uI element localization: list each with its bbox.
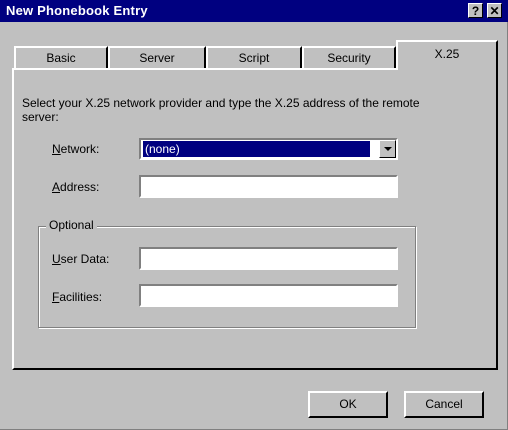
cancel-button[interactable]: Cancel [404,391,484,418]
tab-strip: Basic Server Script Security X.25 [12,38,498,70]
x25-description: Select your X.25 network provider and ty… [22,96,420,124]
close-button[interactable]: ✕ [487,3,502,18]
tab-basic[interactable]: Basic [14,46,108,68]
address-label: Address: [52,180,100,194]
network-dropdown[interactable]: (none) [139,138,398,160]
chevron-down-icon[interactable] [379,140,396,158]
tab-x25[interactable]: X.25 [396,40,498,70]
network-selected-value: (none) [143,141,370,157]
user-data-label: User Data: [52,252,110,266]
dialog-window: New Phonebook Entry ? ✕ Basic Server Scr… [0,0,508,430]
user-data-field[interactable] [139,247,398,270]
network-label: Network: [52,142,100,156]
title-bar[interactable]: New Phonebook Entry ? ✕ [0,0,508,22]
tab-security[interactable]: Security [302,46,396,68]
optional-group-legend: Optional [46,218,97,232]
facilities-label: Facilities: [52,290,103,304]
help-button[interactable]: ? [468,3,483,18]
tab-server[interactable]: Server [108,46,206,68]
tab-script[interactable]: Script [206,46,302,68]
ok-button[interactable]: OK [308,391,388,418]
address-field[interactable] [139,175,398,198]
facilities-field[interactable] [139,284,398,307]
window-title: New Phonebook Entry [6,3,148,18]
optional-group [38,226,416,328]
